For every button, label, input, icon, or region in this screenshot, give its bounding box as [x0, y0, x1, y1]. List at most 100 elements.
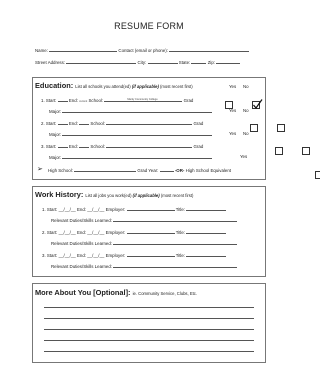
major-row-3: Major: [49, 154, 213, 160]
row-no-label: No [243, 108, 249, 113]
school-field[interactable] [106, 143, 193, 148]
duties-label: Relevant Duties/Skills Learned: [51, 264, 113, 269]
major-field[interactable] [62, 108, 213, 113]
high-school-row: High School: Grad Year: -OR- High School… [48, 167, 231, 173]
state-label: State: [178, 60, 191, 65]
job-number: 3. [42, 253, 46, 258]
end-date-field[interactable]: __/__/__ [87, 253, 104, 258]
grad-no-checkbox[interactable] [277, 123, 286, 132]
start-field[interactable] [57, 97, 68, 102]
employer-label: Employer: [105, 253, 126, 258]
high-school-label: High School: [48, 168, 73, 173]
major-row-1: Major: [49, 108, 213, 114]
employer-field[interactable] [126, 252, 175, 257]
zip-field[interactable] [216, 59, 241, 64]
education-heading: Education: List all schools you attend(e… [35, 81, 193, 90]
end-field[interactable] [79, 143, 90, 148]
end-date-field[interactable]: __/__/__ [87, 207, 104, 212]
school-number: 3. [41, 144, 45, 149]
start-date-field[interactable]: __/__/__ [59, 230, 76, 235]
row-no-label: No [243, 131, 249, 136]
more-line[interactable] [44, 340, 254, 341]
school-row-1: 1. Start: End: current School: Manly Com… [41, 97, 193, 104]
name-row: Name: Contact (email or phone): [35, 47, 250, 53]
name-field[interactable] [49, 47, 118, 52]
end-label: End: [68, 121, 78, 126]
school-field[interactable] [106, 120, 193, 125]
start-date-field[interactable]: __/__/__ [59, 253, 76, 258]
major-label: Major: [49, 132, 62, 137]
city-field[interactable] [147, 59, 178, 64]
major-field[interactable] [62, 154, 213, 159]
check-mark-icon [253, 98, 263, 109]
duties-field[interactable] [113, 263, 238, 268]
address-row: Street Address: City: State: Zip: [35, 59, 241, 65]
major-label: Major: [49, 155, 62, 160]
start-field[interactable] [57, 143, 68, 148]
employer-label: Employer: [105, 207, 126, 212]
grad-label: Grad [193, 121, 204, 126]
end-label: End: [68, 98, 78, 103]
grad-no-checkbox[interactable] [252, 98, 263, 109]
arrow-bullet-icon: ➢ [37, 166, 43, 173]
state-field[interactable] [191, 59, 207, 64]
row-yes-label: Yes [229, 131, 237, 136]
start-label: Start: [45, 144, 57, 149]
school-row-3: 3. Start: End: School: Grad [41, 143, 203, 149]
equivalent-checkbox[interactable] [314, 170, 320, 179]
grad-no-checkbox[interactable] [302, 146, 311, 155]
duties-field[interactable] [113, 217, 238, 222]
edu-yes-header: Yes [229, 84, 237, 89]
duties-field[interactable] [113, 240, 238, 245]
title-label: Title: [175, 253, 186, 258]
employer-label: Employer: [105, 230, 126, 235]
high-school-field[interactable] [74, 167, 137, 172]
start-label: Start: [46, 207, 58, 212]
duties-row-3: Relevant Duties/Skills Learned: [51, 263, 238, 269]
start-date-field[interactable]: __/__/__ [59, 207, 76, 212]
grad-year-label: Grad Year: [137, 168, 159, 173]
work-heading: Work History: List all jobs you work(ed)… [35, 190, 193, 199]
grad-label: Grad [193, 144, 204, 149]
title-label: Title: [175, 207, 186, 212]
school-label: School: [88, 98, 104, 103]
school-value: Manly Community College [127, 98, 158, 101]
employer-field[interactable] [126, 229, 175, 234]
more-line[interactable] [44, 351, 254, 352]
end-date-field[interactable]: __/__/__ [87, 230, 104, 235]
school-label: School: [90, 144, 106, 149]
employer-field[interactable] [126, 206, 175, 211]
start-label: Start: [45, 121, 57, 126]
more-line[interactable] [44, 318, 254, 319]
address-label: Street Address: [35, 60, 66, 65]
more-line[interactable] [44, 329, 254, 330]
title-field[interactable] [186, 229, 227, 234]
edu-no-header: No [243, 84, 249, 89]
grad-yes-checkbox[interactable] [274, 146, 283, 155]
work-subtitle: List all jobs you work(ed) (if applicabl… [85, 193, 194, 198]
duties-row-2: Relevant Duties/Skills Learned: [51, 240, 238, 246]
end-field[interactable] [79, 120, 90, 125]
zip-label: Zip: [207, 60, 216, 65]
end-label: End: [76, 207, 87, 212]
work-title: Work History: [35, 190, 84, 199]
start-field[interactable] [57, 120, 68, 125]
row-yes-label: Yes [240, 154, 248, 159]
start-label: Start: [46, 230, 58, 235]
more-line[interactable] [44, 307, 254, 308]
title-field[interactable] [186, 206, 227, 211]
contact-field[interactable] [169, 47, 250, 52]
more-heading: More About You [Optional]: ie. Community… [35, 288, 197, 297]
school-field[interactable]: Manly Community College [104, 97, 183, 102]
title-field[interactable] [186, 252, 227, 257]
grad-year-field[interactable] [159, 167, 174, 172]
major-field[interactable] [62, 131, 213, 136]
job-row-3: 3. Start: __/__/__ End: __/__/__ Employe… [42, 252, 227, 258]
row-yes-label: Yes [229, 108, 237, 113]
grad-yes-checkbox[interactable] [249, 123, 258, 132]
major-label: Major: [49, 109, 62, 114]
address-field[interactable] [66, 59, 137, 64]
city-label: City: [137, 60, 147, 65]
end-value: current [79, 100, 88, 103]
education-subtitle: List all schools you attend(ed) (if appl… [75, 84, 193, 89]
